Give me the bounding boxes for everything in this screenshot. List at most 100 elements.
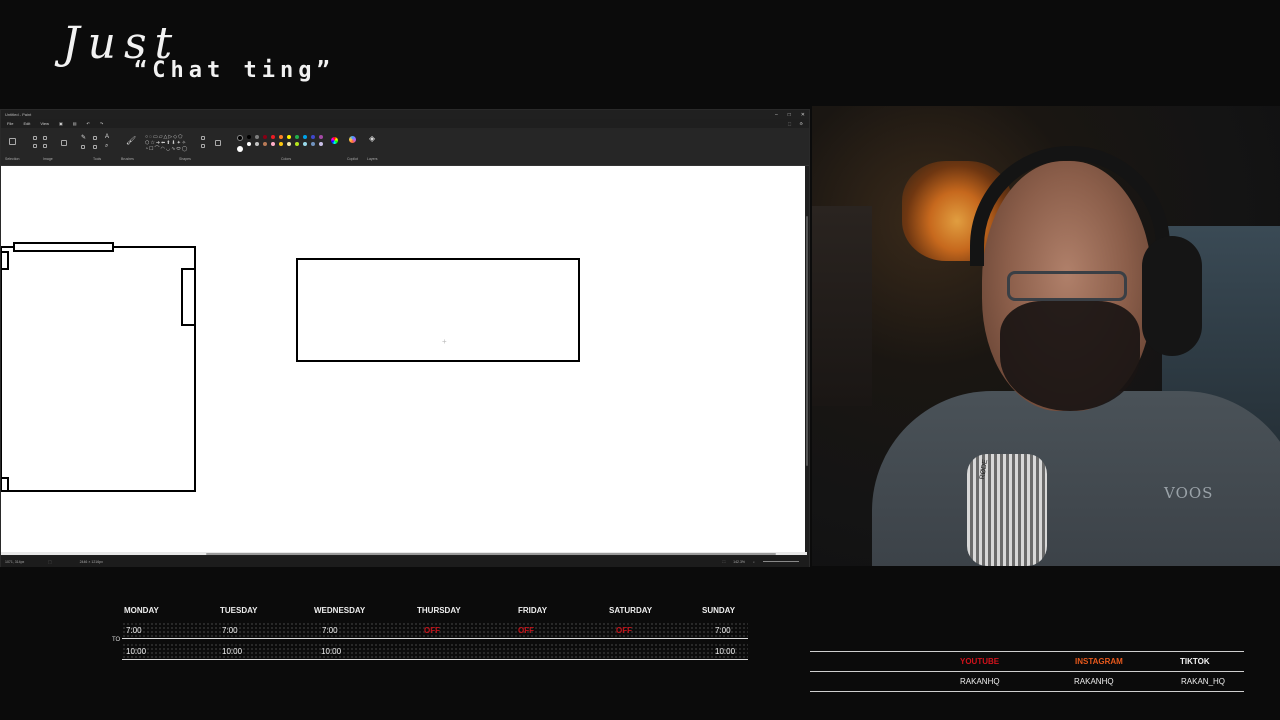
resize-tool[interactable] xyxy=(43,136,47,140)
day-saturday: SATURDAY xyxy=(609,606,653,615)
redo-icon[interactable]: ↷ xyxy=(100,121,103,126)
ribbon-label-tools: Tools xyxy=(93,157,102,161)
color-swatch[interactable] xyxy=(271,135,275,139)
start-wednesday: 7:00 xyxy=(322,626,338,635)
rotate-tool[interactable] xyxy=(33,144,37,148)
ribbon-label-selection: Selection xyxy=(5,157,20,161)
vertical-scrollbar[interactable] xyxy=(805,166,809,552)
shapes-gallery[interactable]: ○◌▭▱△▷◇⬠ ⬡☆➜⬅⬆⬇✦✧ ◔☐⌒◠◡∿⬭◯ xyxy=(145,134,193,154)
pencil-icon[interactable]: ✎ xyxy=(81,134,86,141)
color-swatch[interactable] xyxy=(255,135,259,139)
color-wheel-icon[interactable] xyxy=(331,137,338,144)
headphone-earcup xyxy=(1142,236,1202,356)
floorplan-window-top xyxy=(13,242,114,252)
vertical-scroll-thumb[interactable] xyxy=(806,216,808,466)
shape-fill-tool[interactable] xyxy=(201,144,205,148)
end-wednesday: 10:00 xyxy=(321,647,342,656)
color-swatch[interactable] xyxy=(247,135,251,139)
paint-ribbon: Selection Image ✎ A ⌕ Tools 🖌 Brushes ○◌… xyxy=(1,128,809,166)
menu-file[interactable]: File xyxy=(7,121,13,126)
color-swatch[interactable] xyxy=(303,135,307,139)
color-swatch[interactable] xyxy=(319,142,323,146)
crop-tool[interactable] xyxy=(33,136,37,140)
color-swatch[interactable] xyxy=(247,142,251,146)
undo-icon[interactable]: ↶ xyxy=(87,121,90,126)
start-tuesday: 7:00 xyxy=(222,626,238,635)
cursor-position-readout: 1071, 314px xyxy=(5,559,25,564)
text-icon[interactable]: A xyxy=(105,134,109,140)
color-swatch[interactable] xyxy=(255,142,259,146)
flip-tool[interactable] xyxy=(43,144,47,148)
start-monday: 7:00 xyxy=(126,626,142,635)
color-swatch[interactable] xyxy=(311,135,315,139)
color-swatch[interactable] xyxy=(263,135,267,139)
color-swatch[interactable] xyxy=(287,142,291,146)
size-tool[interactable] xyxy=(215,140,221,146)
drawing-canvas[interactable]: + xyxy=(0,166,807,552)
color-swatch[interactable] xyxy=(295,135,299,139)
color-swatch[interactable] xyxy=(279,142,283,146)
tiktok-handle: RAKAN_HQ xyxy=(1181,677,1226,686)
ribbon-group-brushes: 🖌 Brushes xyxy=(121,132,143,162)
copilot-icon[interactable] xyxy=(349,136,356,143)
outline-tool[interactable] xyxy=(201,136,205,140)
picker-tool[interactable] xyxy=(93,145,97,149)
horizontal-scroll-thumb[interactable] xyxy=(206,553,776,555)
day-friday: FRIDAY xyxy=(518,606,548,615)
color-swatch[interactable] xyxy=(279,135,283,139)
menu-edit[interactable]: Edit xyxy=(23,121,30,126)
maximize-button[interactable]: □ xyxy=(788,112,791,118)
image-tool[interactable] xyxy=(61,140,67,146)
fill-tool[interactable] xyxy=(93,136,97,140)
color-swatch[interactable] xyxy=(287,135,291,139)
secondary-color-swatch[interactable] xyxy=(237,146,243,152)
share-icon[interactable]: ⬚ xyxy=(788,121,792,126)
socials-bottom-divider xyxy=(810,691,1244,692)
socials-middle-divider xyxy=(810,671,1244,672)
ribbon-group-colors: Colors xyxy=(235,132,345,162)
primary-color-swatch[interactable] xyxy=(237,135,243,141)
fit-icon[interactable]: ⛶ xyxy=(723,560,725,564)
ribbon-label-colors: Colors xyxy=(281,157,292,161)
zoom-out-icon[interactable]: ⌕ xyxy=(753,560,755,564)
color-swatch[interactable] xyxy=(303,142,307,146)
crosshair-cursor: + xyxy=(442,337,447,346)
day-wednesday: WEDNESDAY xyxy=(314,606,366,615)
color-swatch[interactable] xyxy=(295,142,299,146)
day-tuesday: TUESDAY xyxy=(220,606,258,615)
floorplan-door-left-bottom xyxy=(0,477,9,492)
floorplan-window-right xyxy=(181,268,196,326)
zoom-level[interactable]: 142.3% xyxy=(733,560,745,564)
ribbon-group-selection: Selection xyxy=(5,132,25,162)
end-sunday: 10:00 xyxy=(715,647,736,656)
open-icon[interactable]: ▤ xyxy=(73,121,77,126)
ribbon-group-image: Image xyxy=(31,132,71,162)
shirt-logo: VOOS xyxy=(1164,484,1214,502)
start-friday: OFF xyxy=(518,626,534,635)
color-swatch[interactable] xyxy=(263,142,267,146)
close-button[interactable]: ✕ xyxy=(801,112,805,118)
color-swatch[interactable] xyxy=(271,142,275,146)
horizontal-scrollbar[interactable] xyxy=(1,552,807,555)
minimize-button[interactable]: – xyxy=(775,112,778,118)
save-icon[interactable]: ▣ xyxy=(59,121,63,126)
paint-window: Untitled - Paint – □ ✕ File Edit View ▣ … xyxy=(0,109,810,567)
eraser-tool[interactable] xyxy=(81,145,85,149)
zoom-slider[interactable] xyxy=(763,561,799,562)
color-swatch[interactable] xyxy=(319,135,323,139)
magnifier-icon[interactable]: ⌕ xyxy=(105,143,108,150)
color-swatch[interactable] xyxy=(311,142,315,146)
color-palette xyxy=(247,134,327,154)
background-shelf xyxy=(812,206,872,406)
settings-icon[interactable]: ⚙ xyxy=(799,121,803,126)
ribbon-group-copilot: Copilot xyxy=(347,132,361,162)
instagram-handle: RAKANHQ xyxy=(1074,677,1114,686)
ribbon-label-copilot: Copilot xyxy=(347,157,358,161)
menu-view[interactable]: View xyxy=(40,121,49,126)
floorplan-room-outline xyxy=(0,246,196,492)
brush-icon[interactable]: 🖌 xyxy=(126,136,136,145)
drawn-rectangle xyxy=(296,258,580,362)
selection-tool[interactable] xyxy=(9,138,16,145)
ribbon-label-brushes: Brushes xyxy=(121,157,134,161)
layers-icon[interactable]: ◈ xyxy=(369,134,375,143)
